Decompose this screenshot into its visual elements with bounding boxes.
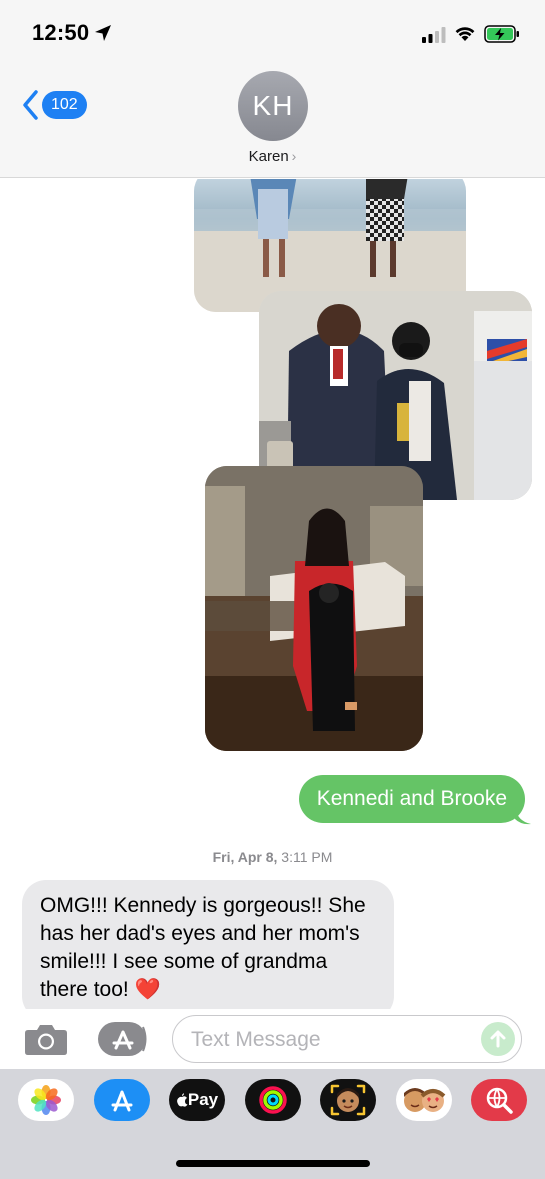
photo-house[interactable] bbox=[205, 466, 423, 751]
activity-rings-glyph bbox=[259, 1086, 287, 1114]
location-arrow-icon bbox=[95, 25, 111, 41]
text-message-field[interactable] bbox=[172, 1015, 522, 1063]
photos-icon[interactable] bbox=[18, 1079, 74, 1121]
text-message-input[interactable] bbox=[191, 1026, 471, 1054]
timestamp-time: 3:11 PM bbox=[281, 849, 333, 865]
app-store-icon[interactable] bbox=[94, 1079, 150, 1121]
memoji-face-glyph bbox=[330, 1084, 366, 1116]
received-message-text: OMG!!! Kennedy is gorgeous!! She has her… bbox=[40, 894, 366, 1001]
sent-message-text: Kennedi and Brooke bbox=[316, 787, 507, 810]
send-button[interactable] bbox=[481, 1022, 515, 1056]
chevron-left-icon bbox=[23, 90, 38, 120]
received-message-bubble[interactable]: OMG!!! Kennedy is gorgeous!! She has her… bbox=[22, 880, 394, 1009]
apple-pay-icon[interactable]: Pay bbox=[169, 1079, 225, 1121]
timestamp-day: Fri, Apr 8, bbox=[212, 849, 278, 865]
contact-name: Karen bbox=[248, 148, 289, 165]
wifi-icon bbox=[455, 27, 475, 41]
photos-flower-glyph bbox=[31, 1085, 61, 1115]
conversation-thread[interactable]: Kennedi and Brooke Fri, Apr 8, 3:11 PM O… bbox=[0, 179, 545, 1009]
status-time: 12:50 bbox=[32, 20, 90, 45]
app-store-glyph bbox=[111, 1090, 133, 1112]
globe-search-glyph bbox=[486, 1087, 513, 1114]
heart-emoji: ❤️ bbox=[134, 978, 161, 1001]
home-indicator[interactable] bbox=[176, 1160, 370, 1167]
unread-count-badge: 102 bbox=[42, 91, 87, 119]
stickers-icon[interactable] bbox=[396, 1079, 452, 1121]
memoji-icon[interactable] bbox=[320, 1079, 376, 1121]
chevron-right-icon: › bbox=[291, 148, 297, 164]
back-button[interactable]: 102 bbox=[20, 88, 87, 122]
message-timestamp: Fri, Apr 8, 3:11 PM bbox=[0, 849, 545, 865]
house-photo-image bbox=[205, 466, 423, 751]
app-store-apps-icon[interactable] bbox=[97, 1021, 149, 1057]
sent-message-bubble[interactable]: Kennedi and Brooke bbox=[298, 775, 525, 823]
apple-logo-icon bbox=[176, 1093, 188, 1107]
arrow-up-icon bbox=[490, 1030, 506, 1048]
battery-charging-icon bbox=[484, 25, 519, 43]
contact-avatar[interactable]: KH bbox=[238, 71, 308, 141]
camera-icon[interactable] bbox=[24, 1022, 68, 1056]
activity-icon[interactable] bbox=[245, 1079, 301, 1121]
contact-name-button[interactable]: Karen › bbox=[0, 148, 545, 165]
apple-pay-label: Pay bbox=[187, 1090, 219, 1109]
imessage-app-drawer: Pay bbox=[0, 1069, 545, 1179]
memoji-stickers-glyph bbox=[404, 1088, 446, 1112]
sent-bubble-tail bbox=[515, 807, 531, 825]
cellular-signal-icon bbox=[422, 27, 446, 43]
status-bar: 12:50 bbox=[0, 0, 545, 62]
image-search-icon[interactable] bbox=[471, 1079, 527, 1121]
message-input-bar bbox=[0, 1009, 545, 1069]
conversation-header: 102 KH Karen › bbox=[0, 62, 545, 178]
